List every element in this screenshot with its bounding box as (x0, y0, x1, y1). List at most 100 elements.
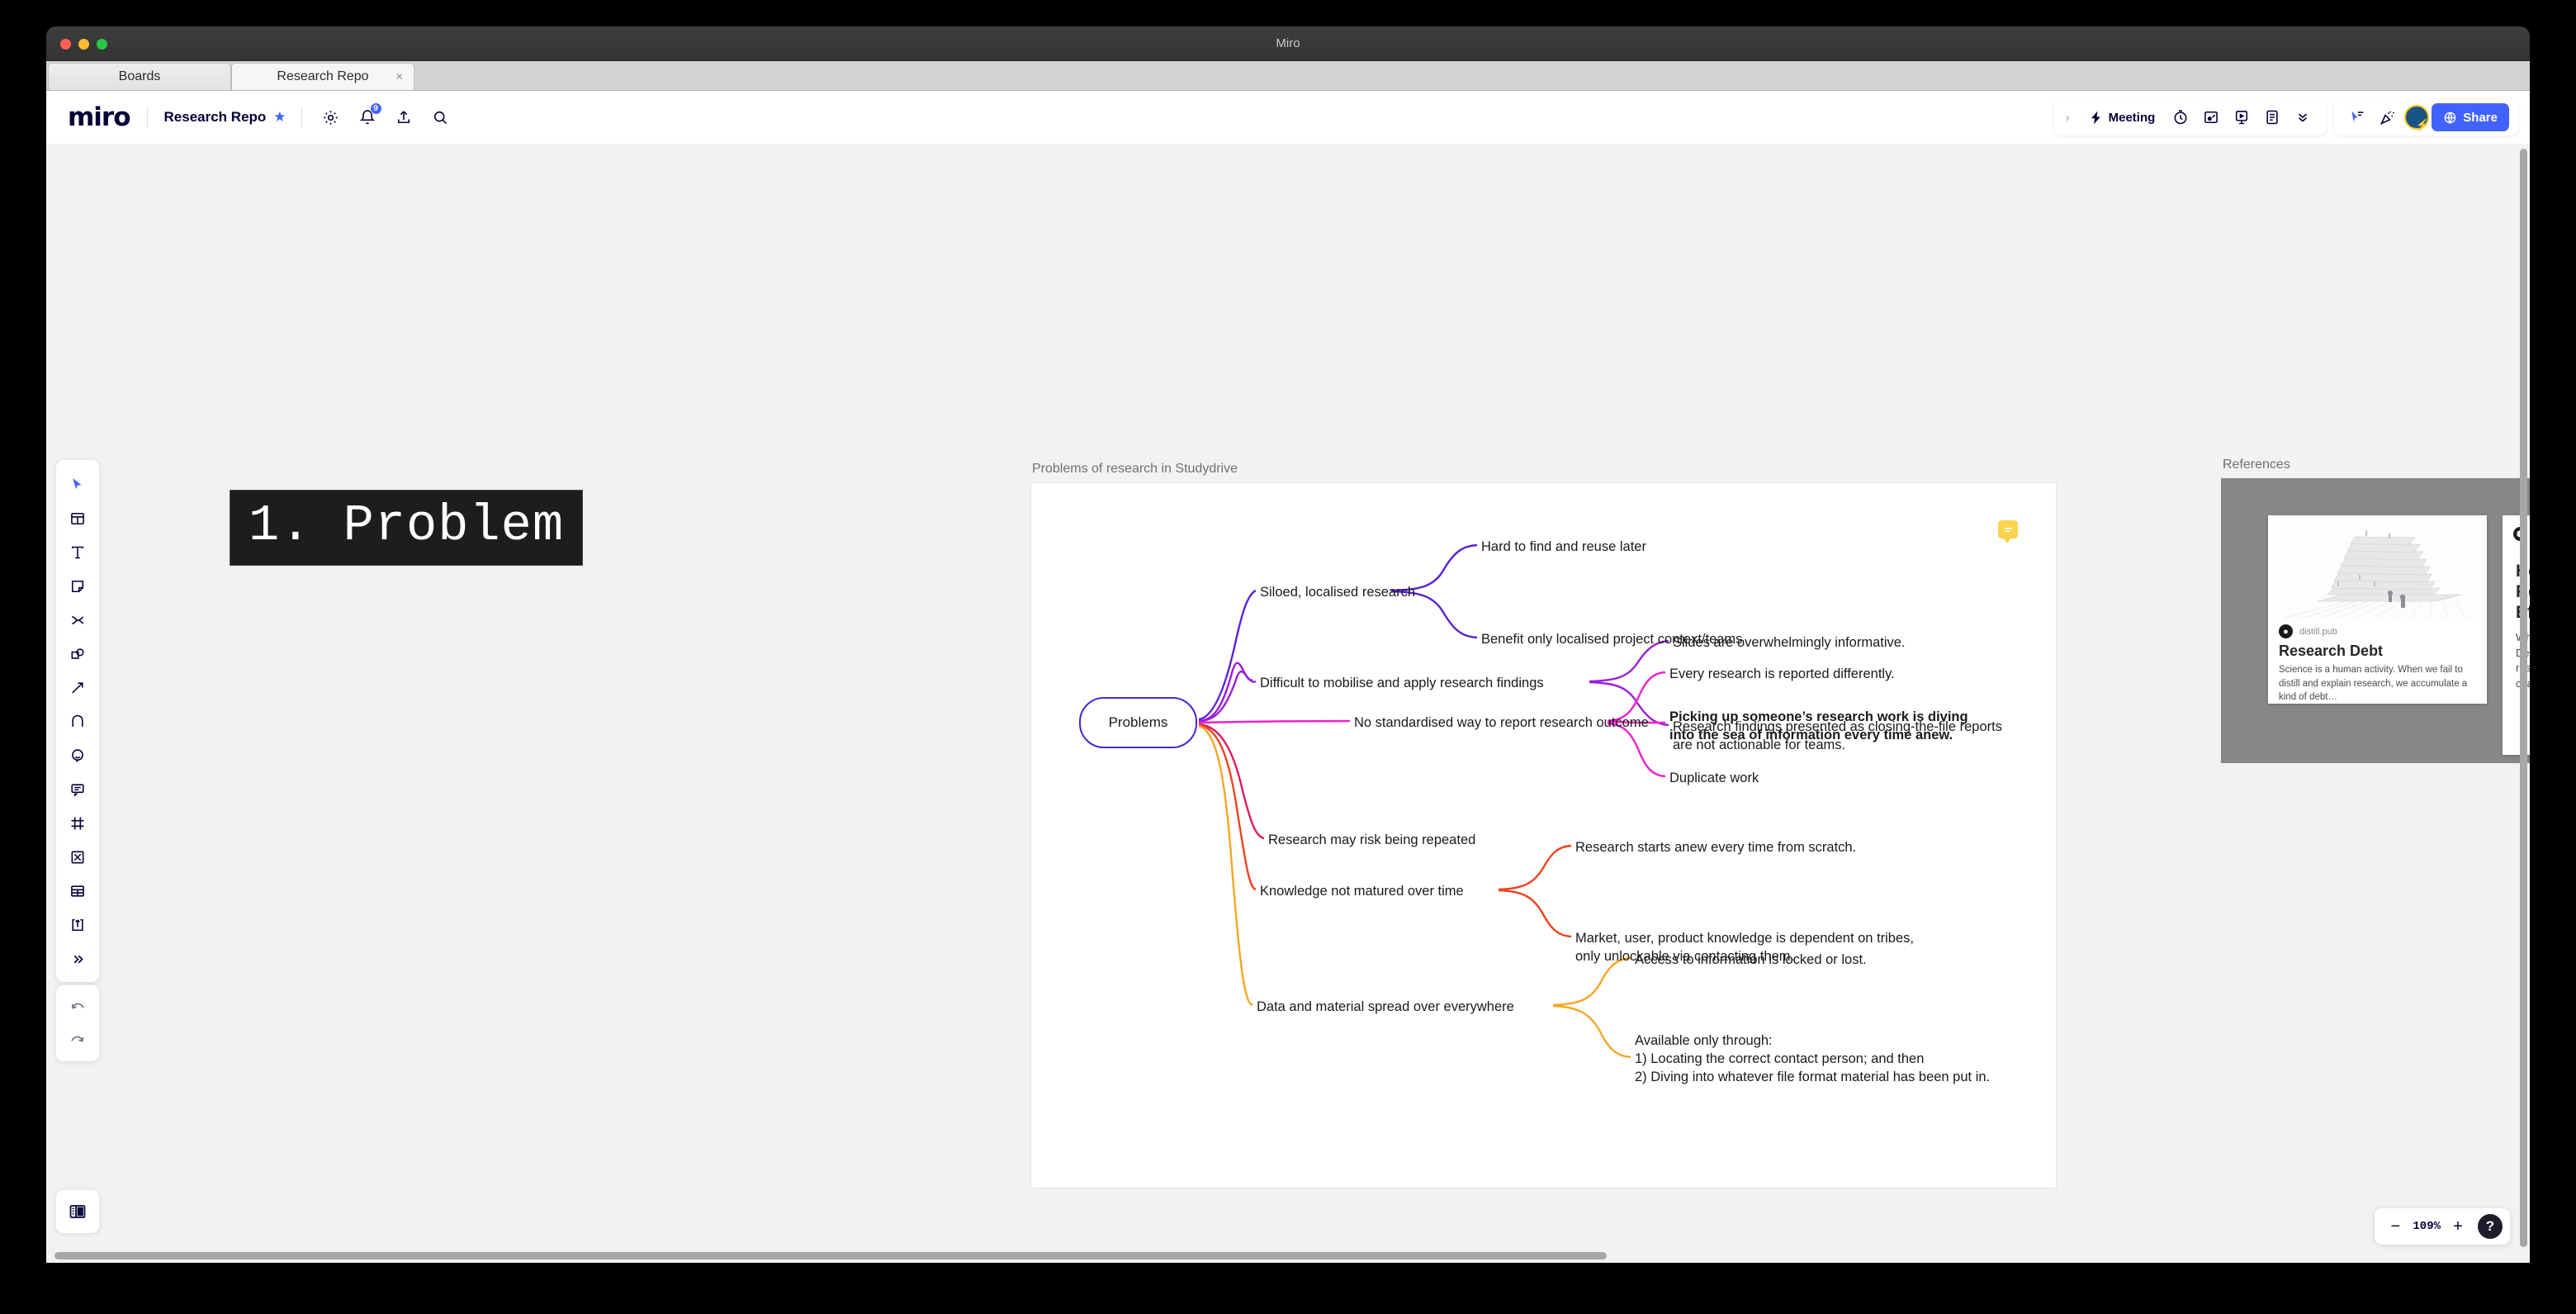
voting-icon[interactable] (2197, 103, 2225, 131)
comment-lines-icon (2004, 527, 2012, 532)
comment-marker-icon[interactable] (1998, 520, 2018, 543)
mindmap-node-knowledge-not-matured[interactable]: Knowledge not matured over time (1260, 882, 1464, 900)
mindmap-body[interactable]: Problems Siloed, localised research Diff… (1030, 482, 2057, 1188)
connection-line-tool[interactable] (61, 638, 94, 671)
share-label: Share (2463, 110, 2498, 125)
minimize-window-button[interactable] (78, 39, 89, 50)
horizontal-scrollbar[interactable] (54, 1252, 1607, 1259)
notes-icon[interactable] (2258, 103, 2286, 131)
mindmap-leaf-duplicate-work[interactable]: Duplicate work (1669, 769, 1759, 787)
window-titlebar: Miro (46, 26, 2530, 61)
reference-domain: distill.pub (2299, 626, 2337, 637)
help-button[interactable]: ? (2478, 1214, 2503, 1239)
frames-panel-button[interactable] (56, 1190, 99, 1233)
mindmap-leaf-hard-to-find[interactable]: Hard to find and reuse later (1481, 538, 1646, 556)
share-button[interactable]: Share (2432, 103, 2509, 131)
frame-label-mindmap: Problems of research in Studydrive (1032, 462, 1238, 476)
meeting-button[interactable]: Meeting (2079, 103, 2165, 131)
board-name-group[interactable]: Research Repo ★ (164, 109, 286, 126)
chevron-right-icon[interactable]: › (2063, 111, 2076, 125)
upload-export-icon[interactable] (390, 103, 418, 131)
pen-icon (72, 714, 83, 727)
references-body[interactable]: ● distill.pub Research Debt Science is a… (2221, 478, 2530, 763)
comment-tool[interactable] (61, 773, 94, 806)
redo-button[interactable] (61, 1023, 94, 1056)
search-icon[interactable] (426, 103, 454, 131)
zoom-in-button[interactable]: + (2449, 1217, 2467, 1236)
window-title: Miro (1276, 36, 1300, 50)
celebration-confetti-icon[interactable] (2374, 103, 2402, 131)
sticky-note-icon (71, 580, 84, 593)
mindmap-node-risk-repeated[interactable]: Research may risk being repeated (1268, 831, 1475, 849)
vertical-scrollbar[interactable] (2520, 149, 2527, 1247)
mindmap-leaf-access-locked[interactable]: Access to information is locked or lost. (1635, 951, 1867, 969)
traffic-light-group (60, 39, 107, 50)
pen-draw-tool[interactable] (61, 705, 94, 738)
reference-meta-row: ● distill.pub (2268, 618, 2487, 638)
tab-strip: Boards Research Repo × (46, 61, 2530, 91)
table-icon (71, 885, 84, 897)
image-placeholder-icon (71, 851, 84, 864)
mindmap-leaf-available-only-through[interactable]: Available only through: 1) Locating the … (1635, 1032, 1990, 1086)
frames-panel-icon (69, 1205, 86, 1218)
undo-button[interactable] (61, 990, 94, 1023)
zoom-out-button[interactable]: − (2386, 1217, 2404, 1236)
problem-title-text-block[interactable]: 1. Problem (230, 490, 584, 566)
mindmap-leaf-picking-up-research[interactable]: Picking up someone’s research work is di… (1669, 708, 1968, 744)
cursor-share-icon[interactable] (2343, 103, 2371, 131)
presentation-icon[interactable] (2228, 103, 2256, 131)
more-tools[interactable] (61, 942, 94, 975)
templates-icon (71, 512, 84, 525)
export-tool[interactable] (61, 908, 94, 942)
close-window-button[interactable] (60, 39, 71, 50)
lightning-bolt-icon (2091, 111, 2100, 124)
arrow-icon (72, 682, 83, 694)
miro-logo[interactable]: miro (68, 102, 131, 132)
board-canvas[interactable]: 1. Problem Problems of research in Study… (46, 144, 2530, 1263)
emoji-reaction-tool[interactable] (61, 739, 94, 772)
mindmap-leaf-starts-anew[interactable]: Research starts anew every time from scr… (1575, 838, 1856, 856)
reference-card-research-debt[interactable]: ● distill.pub Research Debt Science is a… (2268, 515, 2487, 704)
export-up-icon (72, 918, 83, 932)
sticky-note-tool[interactable] (61, 570, 94, 603)
emoji-icon (72, 749, 83, 762)
text-tool[interactable] (61, 536, 94, 569)
user-avatar[interactable]: ⚡ (2404, 105, 2430, 130)
frame-problems-of-research[interactable]: Problems of research in Studydrive Probl… (1030, 462, 2057, 1188)
tab-boards-label: Boards (118, 69, 161, 83)
frame-references[interactable]: References ● distill.pub Research Debt S… (2221, 458, 2530, 763)
table-tool[interactable] (61, 875, 94, 908)
mindmap-node-no-standardised[interactable]: No standardised way to report research o… (1354, 714, 1649, 732)
select-cursor-tool[interactable] (61, 468, 94, 501)
notifications-bell-icon[interactable]: 9 (353, 102, 382, 131)
templates-tool[interactable] (61, 502, 94, 535)
droplet-icon: ● (2279, 624, 2293, 638)
mindmap-node-siloed[interactable]: Siloed, localised research (1260, 583, 1415, 601)
close-icon[interactable]: × (395, 71, 403, 83)
upload-media-tool[interactable] (61, 841, 94, 874)
maximize-window-button[interactable] (97, 39, 107, 50)
mindmap-node-data-spread[interactable]: Data and material spread over everywhere (1257, 998, 1514, 1016)
mindmap-node-difficult-mobilise[interactable]: Difficult to mobilise and apply research… (1260, 674, 1544, 692)
chevron-double-down-icon[interactable] (2289, 103, 2317, 131)
undo-icon (71, 1003, 84, 1009)
mindmap-leaf-slides-informative[interactable]: Slides are overwhelmingly informative. (1673, 633, 1906, 652)
timer-icon[interactable] (2166, 103, 2195, 131)
chevron-double-right-icon (73, 955, 83, 963)
frame-icon (71, 817, 84, 830)
shapes-tool[interactable] (61, 604, 94, 637)
reference-description: Science is a human activity. When we fai… (2279, 665, 2468, 703)
undo-redo-group (56, 985, 99, 1061)
frame-tool[interactable] (61, 807, 94, 840)
tab-boards[interactable]: Boards (48, 63, 231, 90)
os-window: Miro Boards Research Repo × 1. Problem P… (46, 26, 2530, 1263)
favorite-star-icon[interactable]: ★ (273, 109, 286, 126)
board-name-label: Research Repo (163, 109, 267, 125)
cursor-icon (73, 478, 82, 490)
app-top-bar: miro Research Repo ★ 9 › Meeting ⚡ Share (46, 91, 2530, 144)
settings-gear-icon[interactable] (317, 103, 345, 131)
mindmap-leaf-reported-differently[interactable]: Every research is reported differently. (1669, 665, 1895, 683)
mindmap-root-node[interactable]: Problems (1079, 697, 1197, 748)
tab-research-repo[interactable]: Research Repo × (231, 63, 414, 90)
arrow-tool[interactable] (61, 671, 94, 704)
